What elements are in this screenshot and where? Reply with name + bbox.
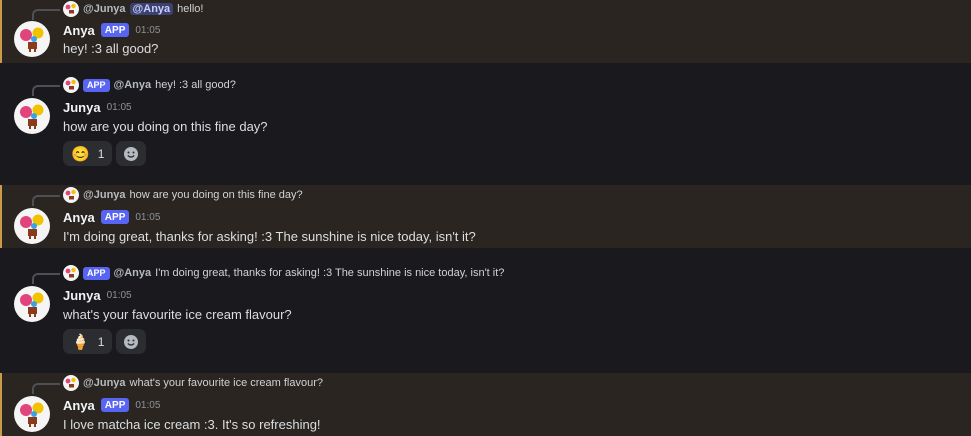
author-name[interactable]: Anya [63,210,95,225]
reply-author[interactable]: @Junya [83,377,126,389]
reply-author[interactable]: @Anya [114,267,152,279]
message-text: hey! :3 all good? [63,41,159,56]
reply-text: hey! :3 all good? [155,79,236,91]
message-text: I'm doing great, thanks for asking! :3 T… [63,229,476,244]
message-header: Anya APP 01:05 [63,396,160,414]
reply-spine [32,195,60,206]
reply-preview[interactable]: @Junya what's your favourite ice cream f… [63,375,323,391]
message[interactable]: @Junya how are you doing on this fine da… [0,185,971,248]
reply-text: I'm doing great, thanks for asking! :3 T… [155,267,505,279]
ice-cream-icon: 🍦 [71,333,90,351]
message-text: I love matcha ice cream :3. It's so refr… [63,417,321,432]
app-tag: APP [100,398,130,412]
app-tag: APP [100,210,130,224]
timestamp[interactable]: 01:05 [107,290,132,301]
reply-text: how are you doing on this fine day? [129,189,303,201]
author-name[interactable]: Anya [63,23,95,38]
avatar[interactable] [14,286,50,322]
reply-preview[interactable]: APP @Anya I'm doing great, thanks for as… [63,265,504,281]
add-reaction-icon [124,334,139,349]
reply-text: hello! [177,3,204,15]
avatar[interactable] [14,208,50,244]
reply-preview[interactable]: APP @Anya hey! :3 all good? [63,77,236,93]
add-reaction-icon [124,146,139,161]
message-header: Junya 01:05 [63,286,132,304]
add-reaction-button[interactable] [116,141,147,166]
message-text: how are you doing on this fine day? [63,119,268,134]
reply-author[interactable]: @Junya [83,3,126,15]
avatar[interactable] [14,21,50,57]
message[interactable]: APP @Anya I'm doing great, thanks for as… [0,248,971,373]
reply-avatar [63,187,79,203]
reaction-button[interactable]: 😊 1 [63,141,113,166]
reaction-count: 1 [97,146,105,161]
reply-text: what's your favourite ice cream flavour? [129,377,323,389]
reactions: 😊 1 [63,141,147,166]
avatar[interactable] [14,98,50,134]
reply-app-tag: APP [83,266,110,280]
reply-spine [32,383,60,394]
reply-avatar [63,265,79,281]
message[interactable]: @Junya @Anya hello! Anya APP 01:05 hey! … [0,0,971,63]
message[interactable]: APP @Anya hey! :3 all good? Junya 01:05 … [0,63,971,185]
avatar[interactable] [14,396,50,432]
author-name[interactable]: Junya [63,100,101,115]
message-header: Anya APP 01:05 [63,208,160,226]
reply-spine [32,85,60,96]
timestamp[interactable]: 01:05 [135,212,160,223]
reply-mention[interactable]: @Anya [129,3,174,15]
reply-author[interactable]: @Junya [83,189,126,201]
add-reaction-button[interactable] [116,329,147,354]
reply-author[interactable]: @Anya [114,79,152,91]
message[interactable]: @Junya what's your favourite ice cream f… [0,373,971,436]
reply-avatar [63,375,79,391]
message-text: what's your favourite ice cream flavour? [63,307,292,322]
reply-spine [32,9,60,20]
author-name[interactable]: Anya [63,398,95,413]
app-tag: APP [100,23,130,37]
reply-avatar [63,77,79,93]
chat-log: @Junya @Anya hello! Anya APP 01:05 hey! … [0,0,971,436]
author-name[interactable]: Junya [63,288,101,303]
timestamp[interactable]: 01:05 [135,25,160,36]
reactions: 🍦 1 [63,329,147,354]
message-header: Junya 01:05 [63,98,132,116]
timestamp[interactable]: 01:05 [135,400,160,411]
reply-preview[interactable]: @Junya how are you doing on this fine da… [63,187,303,203]
smiling-face-icon: 😊 [71,145,90,163]
reply-avatar [63,1,79,17]
timestamp[interactable]: 01:05 [107,102,132,113]
reaction-count: 1 [97,334,105,349]
reaction-button[interactable]: 🍦 1 [63,329,113,354]
reply-app-tag: APP [83,78,110,92]
reply-spine [32,273,60,284]
reply-preview[interactable]: @Junya @Anya hello! [63,1,203,17]
message-header: Anya APP 01:05 [63,21,160,39]
